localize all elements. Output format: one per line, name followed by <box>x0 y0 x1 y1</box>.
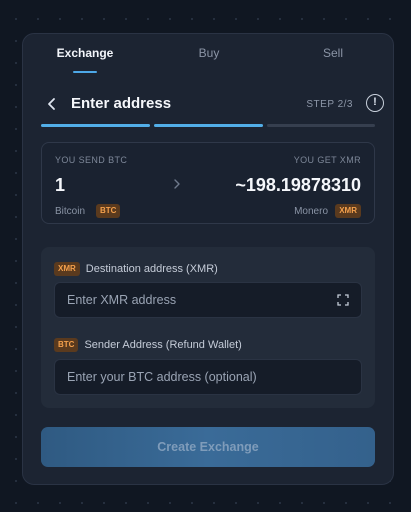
destination-placeholder: Enter XMR address <box>67 293 177 307</box>
exchange-summary: YOU SEND BTC YOU GET XMR 1 ~198.19878310… <box>41 142 375 224</box>
progress-step-1 <box>41 124 150 127</box>
get-label: YOU GET XMR <box>293 155 361 165</box>
destination-ticker-badge: XMR <box>54 261 80 276</box>
get-ticker-badge: XMR <box>335 204 361 218</box>
destination-label: XMR Destination address (XMR) <box>54 260 218 276</box>
get-amount: ~198.19878310 <box>235 175 361 195</box>
create-exchange-button[interactable]: Create Exchange <box>41 427 375 467</box>
send-coin-name: Bitcoin <box>55 206 86 217</box>
info-icon: ! <box>373 96 377 108</box>
get-coin-name: Monero <box>294 206 328 217</box>
address-form: XMR Destination address (XMR) Enter XMR a… <box>41 247 375 408</box>
refund-label-text: Sender Address (Refund Wallet) <box>84 338 242 351</box>
scan-qr-button[interactable] <box>337 294 349 306</box>
refund-label: BTC Sender Address (Refund Wallet) <box>54 336 242 352</box>
tab-exchange[interactable]: Exchange <box>23 46 147 60</box>
exchange-card: Exchange Buy Sell Enter address STEP 2/3… <box>22 33 394 485</box>
arrow-right-icon <box>170 177 184 194</box>
refund-placeholder: Enter your BTC address (optional) <box>67 370 257 384</box>
step-header: Enter address STEP 2/3 ! <box>23 92 393 118</box>
progress-step-2 <box>154 124 263 127</box>
tab-buy[interactable]: Buy <box>147 46 271 60</box>
progress-step-3 <box>267 124 375 127</box>
destination-address-input[interactable]: Enter XMR address <box>54 282 362 318</box>
back-button[interactable] <box>45 95 59 113</box>
send-label: YOU SEND BTC <box>55 155 128 165</box>
refund-ticker-badge: BTC <box>54 337 79 352</box>
tab-bar: Exchange Buy Sell <box>23 34 393 74</box>
chevron-left-icon <box>48 98 55 110</box>
step-indicator: STEP 2/3 <box>306 99 353 110</box>
destination-label-text: Destination address (XMR) <box>85 262 218 275</box>
active-tab-indicator <box>73 71 97 73</box>
refund-address-input[interactable]: Enter your BTC address (optional) <box>54 359 362 395</box>
send-amount: 1 <box>55 175 66 195</box>
tab-sell[interactable]: Sell <box>271 46 393 60</box>
scan-qr-icon <box>337 294 349 306</box>
info-button[interactable]: ! <box>366 94 384 112</box>
send-ticker-badge: BTC <box>96 204 121 218</box>
page-title: Enter address <box>71 95 172 112</box>
step-progress <box>41 124 375 127</box>
